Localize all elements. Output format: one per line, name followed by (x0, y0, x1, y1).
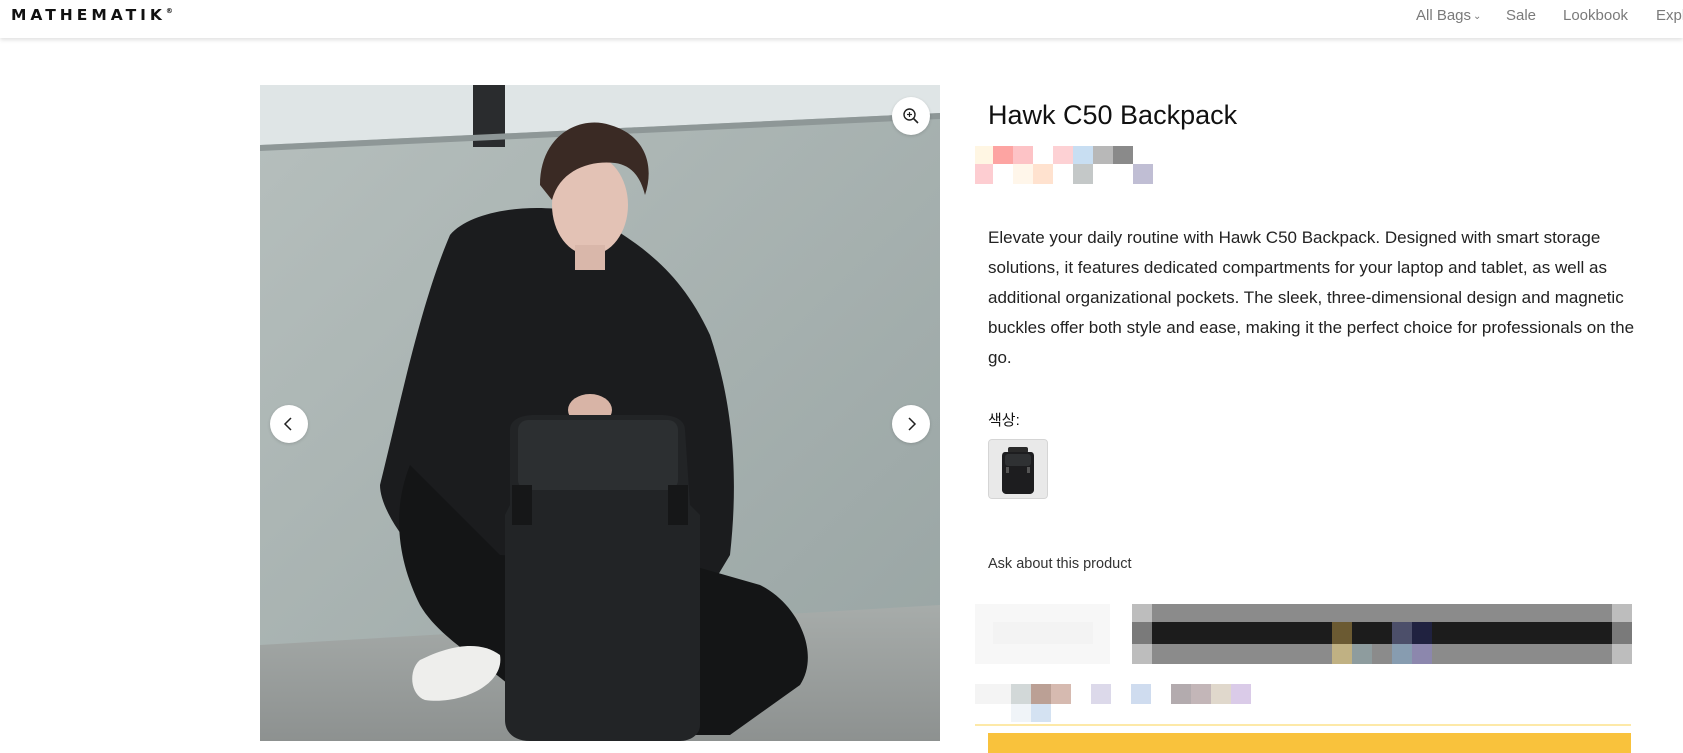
chevron-left-icon (283, 417, 292, 431)
chevron-right-icon (908, 417, 917, 431)
brand-logo[interactable]: MATHEMATIK® (11, 6, 173, 24)
color-label: 색상: (988, 412, 1020, 429)
nav-sale[interactable]: Sale (1506, 7, 1536, 24)
product-gallery (260, 85, 940, 741)
nav-explore[interactable]: Expl (1656, 7, 1683, 24)
divider-line (975, 724, 1631, 726)
previous-image-button[interactable] (270, 405, 308, 443)
backpack-thumbnail-icon (989, 440, 1047, 498)
site-header: MATHEMATIK® All Bags ⌄ Sale Lookbook Expl (0, 0, 1683, 38)
next-image-button[interactable] (892, 405, 930, 443)
product-title: Hawk C50 Backpack (988, 100, 1238, 130)
nav-all-bags[interactable]: All Bags ⌄ (1416, 7, 1481, 24)
nav-all-bags-label: All Bags (1416, 7, 1472, 24)
chevron-down-icon: ⌄ (1473, 11, 1482, 22)
brand-logo-text: MATHEMATIK (11, 6, 166, 24)
zoom-in-icon (903, 108, 919, 124)
registered-mark: ® (165, 6, 173, 15)
add-to-cart-button[interactable] (988, 733, 1631, 753)
color-swatch-black[interactable] (988, 439, 1048, 499)
product-photo (260, 85, 940, 741)
product-description: Elevate your daily routine with Hawk C50… (988, 228, 1635, 367)
zoom-button[interactable] (892, 97, 930, 135)
nav-lookbook[interactable]: Lookbook (1563, 7, 1628, 24)
ask-about-product-link[interactable]: Ask about this product (988, 556, 1131, 572)
